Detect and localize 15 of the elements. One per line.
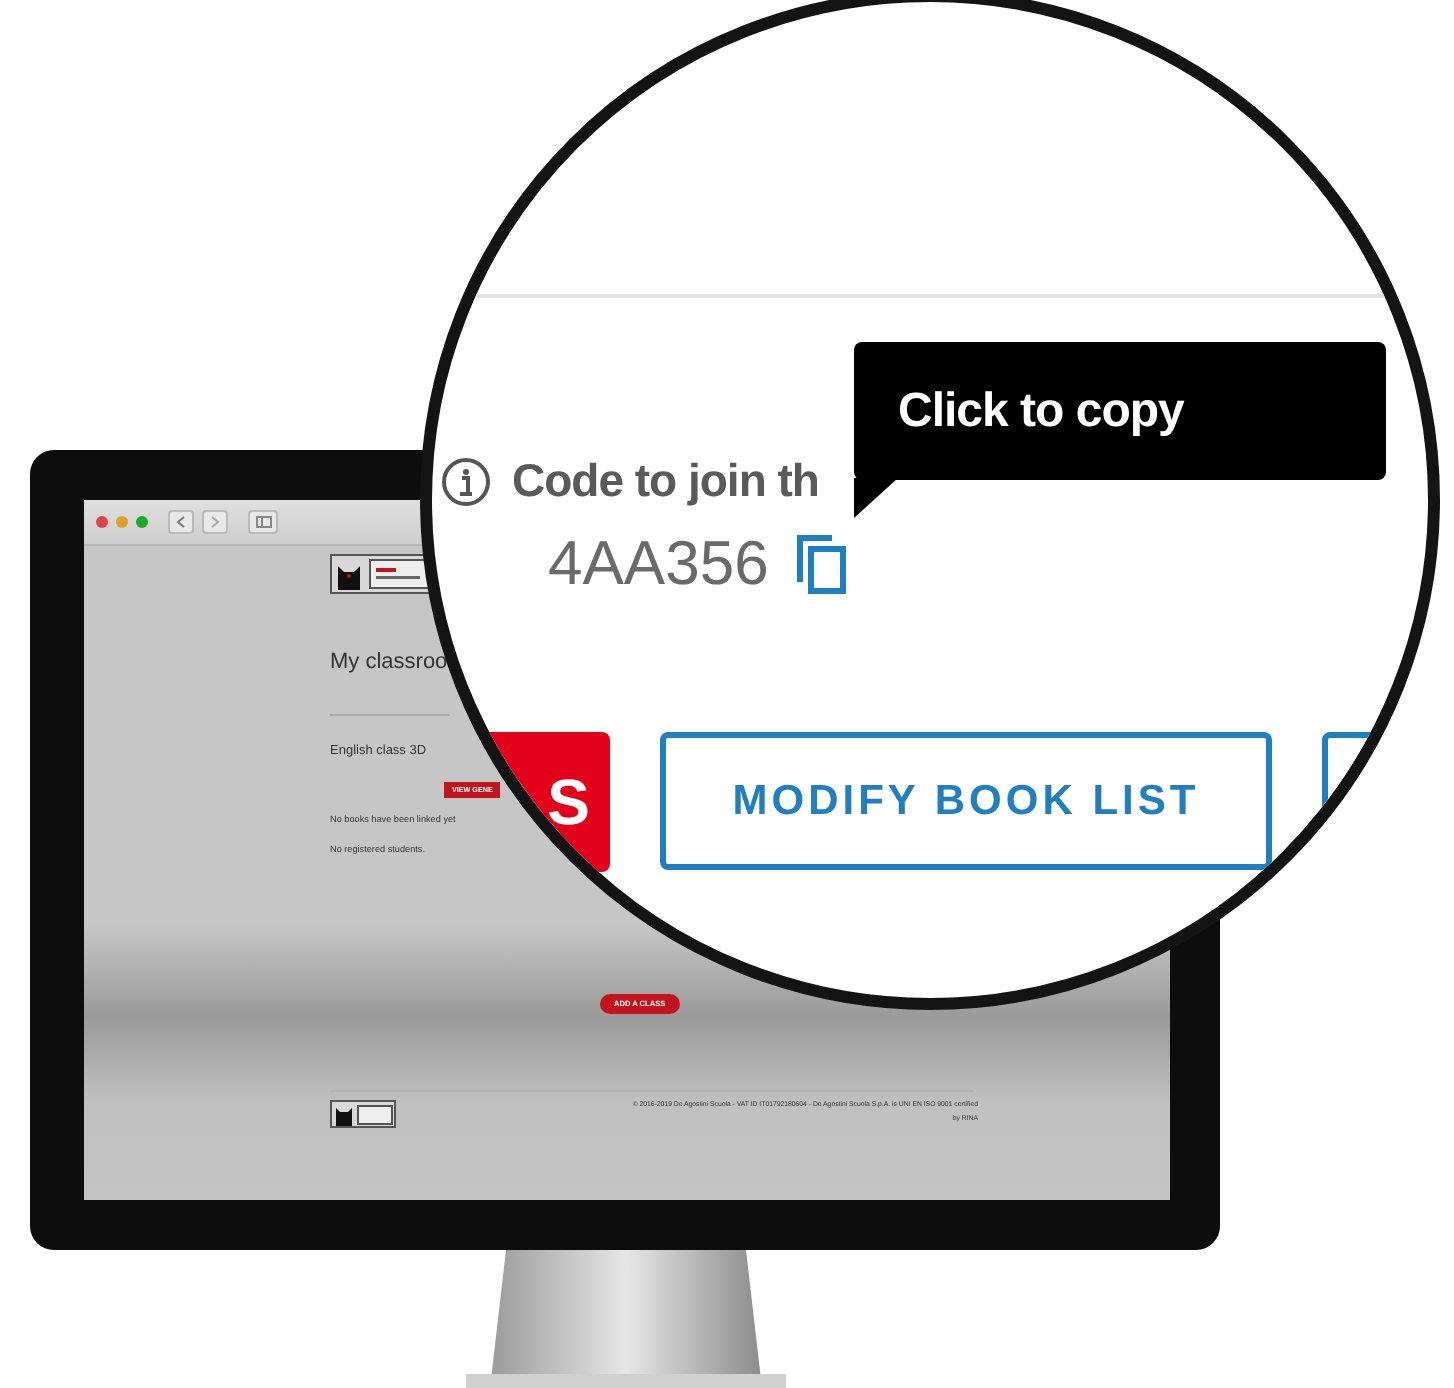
tooltip-tail-icon	[854, 478, 898, 518]
minimize-icon[interactable]	[116, 516, 128, 528]
tooltip: Click to copy	[854, 342, 1386, 480]
forward-icon[interactable]	[202, 510, 228, 534]
maximize-icon[interactable]	[136, 516, 148, 528]
code-label: Code to join th	[512, 454, 819, 508]
close-icon[interactable]	[96, 516, 108, 528]
modify-book-list-button[interactable]: MODIFY BOOK LIST	[660, 732, 1272, 870]
sidebar-icon[interactable]	[248, 510, 278, 534]
footer-logo-icon	[330, 1100, 396, 1128]
class-code: 4AA356	[548, 528, 769, 600]
page-title: My classroo	[330, 650, 448, 674]
back-icon[interactable]	[168, 510, 194, 534]
copy-icon[interactable]	[796, 534, 849, 594]
info-icon	[440, 455, 492, 507]
